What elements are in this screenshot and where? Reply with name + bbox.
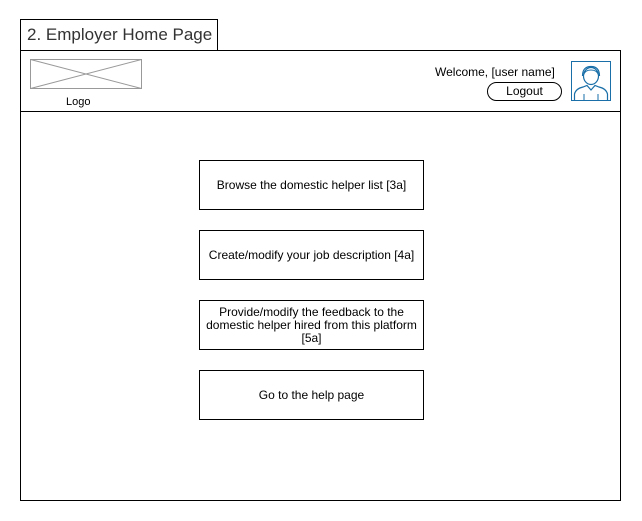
page-title: 2. Employer Home Page	[27, 25, 213, 44]
user-avatar-icon	[571, 61, 611, 101]
header-divider	[21, 111, 620, 112]
page-frame: Logo Welcome, [user name] Logout Browse …	[20, 50, 621, 501]
logo-label: Logo	[66, 96, 91, 108]
avatar[interactable]	[571, 61, 611, 101]
job-description-button[interactable]: Create/modify your job description [4a]	[199, 230, 424, 280]
page-tab: 2. Employer Home Page	[20, 19, 218, 50]
help-page-button[interactable]: Go to the help page	[199, 370, 424, 420]
logo-placeholder	[30, 59, 142, 89]
feedback-button[interactable]: Provide/modify the feedback to the domes…	[199, 300, 424, 350]
browse-helper-list-button[interactable]: Browse the domestic helper list [3a]	[199, 160, 424, 210]
logout-button[interactable]: Logout	[487, 82, 562, 101]
welcome-text: Welcome, [user name]	[435, 65, 555, 79]
image-placeholder-icon	[30, 59, 142, 89]
